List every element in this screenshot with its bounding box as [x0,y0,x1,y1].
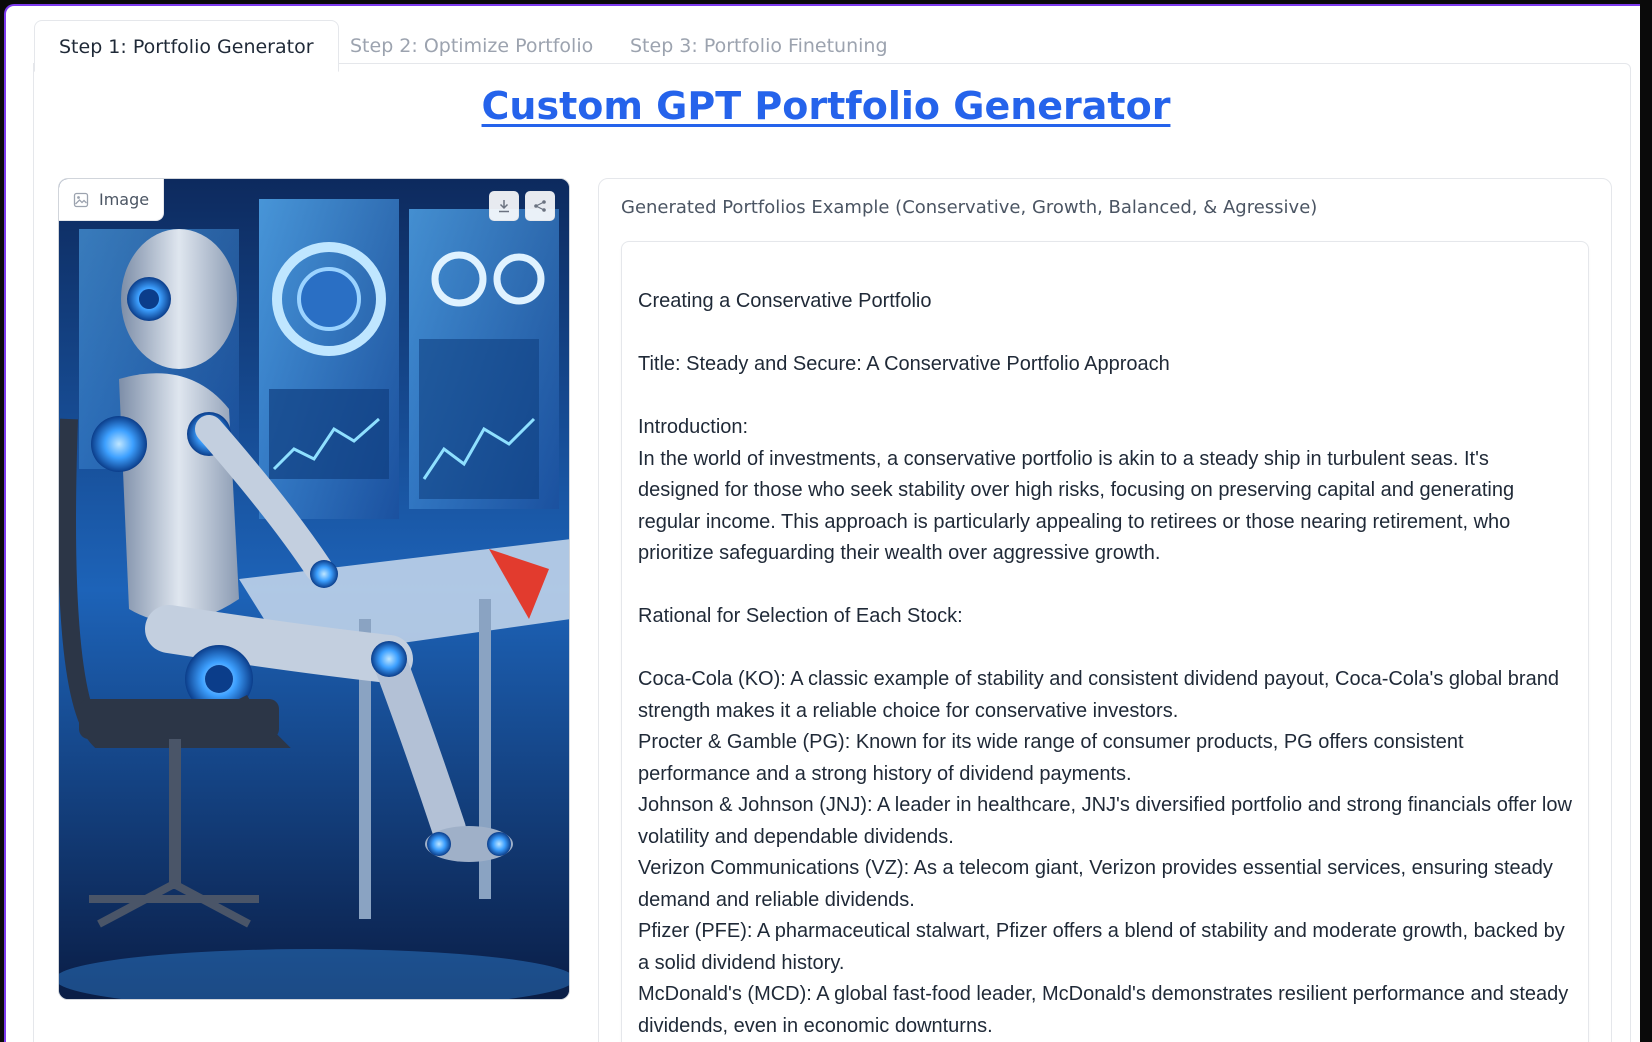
generated-portfolios-panel: Generated Portfolios Example (Conservati… [598,178,1612,1042]
output-title: Title: Steady and Secure: A Conservative… [638,353,1170,375]
window-edge [1640,4,1652,1042]
output-stock-vz: Verizon Communications (VZ): As a teleco… [638,857,1553,911]
tab-bar: Step 1: Portfolio Generator Step 2: Opti… [30,14,1630,72]
download-icon [499,200,509,213]
share-button[interactable] [525,191,555,221]
tab-portfolio-generator[interactable]: Step 1: Portfolio Generator [34,20,339,72]
output-stock-ko: Coca-Cola (KO): A classic example of sta… [638,668,1559,722]
tab-optimize-portfolio[interactable]: Step 2: Optimize Portfolio [326,20,617,72]
portfolio-output-textbox[interactable]: Creating a Conservative Portfolio Title:… [621,241,1589,1042]
image-label-text: Image [99,189,150,209]
robot-trader-illustration [59,179,569,999]
output-stock-jnj: Johnson & Johnson (JNJ): A leader in hea… [638,794,1572,848]
tab-portfolio-finetuning[interactable]: Step 3: Portfolio Finetuning [606,20,912,72]
output-intro-text: In the world of investments, a conservat… [638,447,1515,565]
output-stock-pfe: Pfizer (PFE): A pharmaceutical stalwart,… [638,920,1565,974]
output-intro-label: Introduction: [638,416,749,438]
output-heading: Creating a Conservative Portfolio [638,290,932,312]
output-label: Generated Portfolios Example (Conservati… [621,197,1318,218]
page-title[interactable]: Custom GPT Portfolio Generator [0,84,1652,128]
output-stock-mcd: McDonald's (MCD): A global fast-food lea… [638,983,1569,1037]
share-icon [534,200,546,212]
output-rationale-label: Rational for Selection of Each Stock: [638,605,963,627]
image-label: Image [59,179,165,221]
image-panel: Image [58,178,570,1000]
output-stock-pg: Procter & Gamble (PG): Known for its wid… [638,731,1464,785]
download-button[interactable] [489,191,519,221]
image-icon [73,192,89,207]
